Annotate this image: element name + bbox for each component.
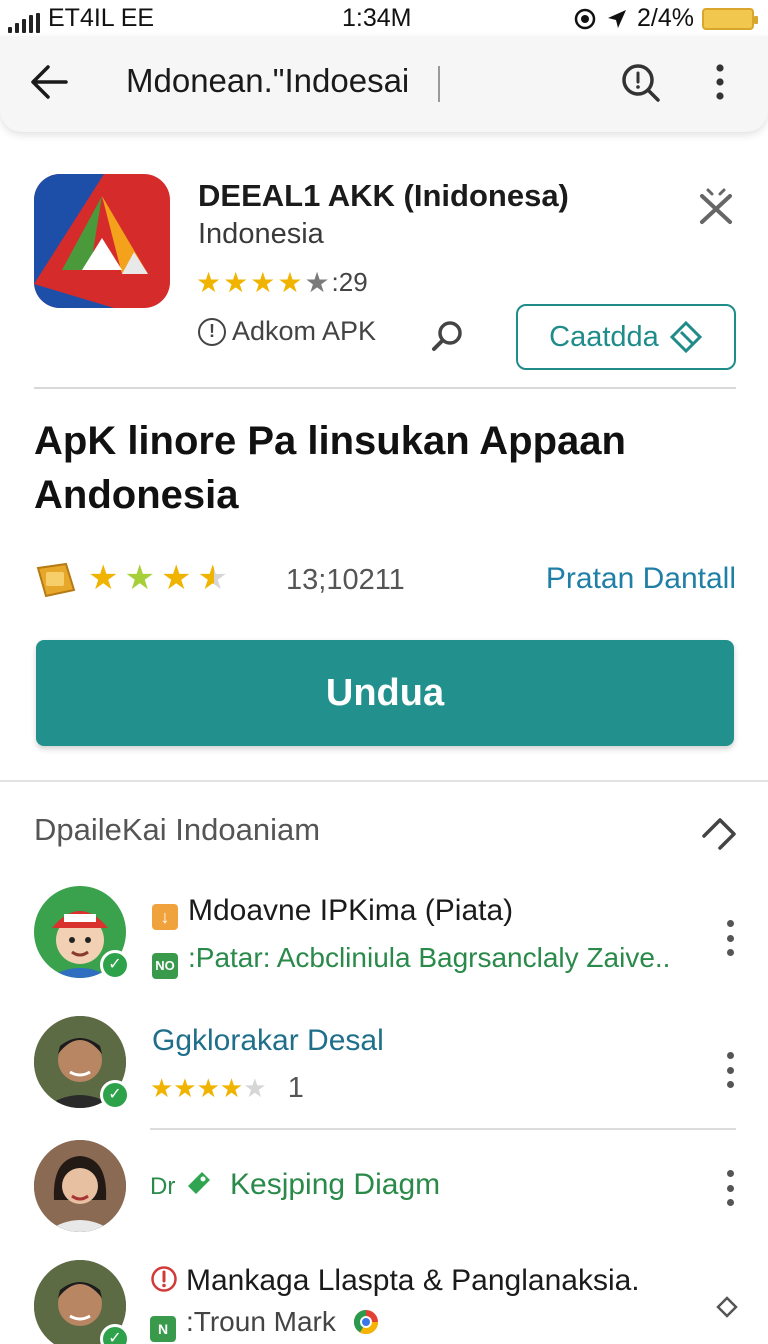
- publisher[interactable]: ! Adkom APK: [198, 316, 376, 347]
- arrow-left-icon[interactable]: [26, 58, 74, 106]
- battery-percent: 2/4%: [637, 4, 694, 32]
- app-region: Indonesia: [198, 218, 324, 250]
- star-icon: ★: [196, 267, 222, 298]
- tag-icon: N: [150, 1316, 176, 1342]
- location-arrow-icon: [608, 9, 627, 28]
- avatar[interactable]: ✓: [34, 1016, 130, 1110]
- star-icon: ★: [124, 559, 155, 597]
- clock: 1:34M: [342, 4, 412, 32]
- caatdda-button-label: Caatdda: [549, 320, 659, 353]
- alert-icon: [151, 1266, 177, 1292]
- status-right: 2/4%: [573, 4, 758, 33]
- alarm-icon: [574, 8, 596, 29]
- rating-stars: ★ ★ ★ ★: [88, 558, 228, 598]
- top-app-bar: Mdonean."Indoesai: [0, 36, 768, 132]
- rating-row: ★ ★ ★ ★ 13;10211 Pratan Dantall: [32, 556, 736, 606]
- search-icon[interactable]: [428, 316, 468, 356]
- search-icon[interactable]: [616, 58, 664, 106]
- list-item-subtitle: N:Troun Mark: [150, 1306, 380, 1342]
- divider: [34, 387, 736, 389]
- divider: [150, 1128, 736, 1130]
- status-left: ET4IL EE: [8, 4, 154, 33]
- caatdda-button[interactable]: Caatdda: [516, 304, 736, 370]
- download-icon: ↓: [152, 904, 178, 930]
- star-icon: ★: [223, 267, 249, 298]
- page-headline: ApK linore Pa linsukan Appaan Andonesia: [34, 419, 626, 517]
- list-item-title: Ggklorakar Desal: [152, 1024, 384, 1057]
- rating-count: 13;10211: [286, 564, 405, 596]
- verified-badge-icon: ✓: [100, 1080, 130, 1110]
- avatar[interactable]: ✓: [34, 886, 130, 980]
- star-icon: ★: [304, 267, 330, 298]
- half-star-icon: ★: [197, 559, 228, 597]
- tag-icon: [669, 320, 702, 354]
- more-vertical-icon[interactable]: [724, 1170, 736, 1206]
- close-icon[interactable]: [694, 186, 738, 230]
- list-item-title: ↓ Mdoavne IPKima (Piata): [152, 894, 513, 930]
- signal-icon: [8, 13, 40, 33]
- details-link[interactable]: Pratan Dantall: [546, 562, 736, 596]
- avatar[interactable]: ✓: [34, 1260, 130, 1344]
- chevron-icon[interactable]: [716, 1296, 738, 1318]
- search-query-text[interactable]: Mdonean."Indoesai: [126, 62, 409, 100]
- status-bar: ET4IL EE 1:34M 2/4%: [0, 0, 768, 36]
- star-icon: ★: [277, 267, 303, 298]
- star-icon: ★★★★: [150, 1073, 244, 1103]
- tag-icon: [187, 1172, 210, 1194]
- award-badge-icon: [36, 562, 76, 598]
- publisher-name: Adkom APK: [232, 316, 377, 346]
- more-vertical-icon[interactable]: [724, 920, 736, 956]
- app-rating-text: :29: [331, 267, 368, 297]
- section-title: DpaileKai Indoaniam: [34, 812, 321, 847]
- divider: [0, 780, 768, 782]
- star-icon: ★: [160, 559, 192, 597]
- star-icon: ★: [88, 559, 119, 597]
- list-item-title: Mankaga Llaspta & Panglanaksia.: [150, 1264, 640, 1298]
- list-item-title: Dr Kesjping Diagm: [150, 1168, 441, 1201]
- list-item-rating: ★★★★★ 1: [150, 1072, 304, 1104]
- chevron-icon[interactable]: [698, 814, 738, 854]
- verified-badge-icon: ✓: [100, 950, 130, 980]
- download-button[interactable]: Undua: [36, 640, 734, 746]
- carrier-label: ET4IL EE: [48, 4, 155, 32]
- app-icon[interactable]: [34, 174, 170, 308]
- info-icon: !: [198, 317, 226, 346]
- avatar[interactable]: [34, 1140, 126, 1232]
- app-name: DEEAL1 AKK (Inidonesa): [198, 178, 569, 213]
- more-vertical-icon[interactable]: [724, 1052, 736, 1088]
- chrome-icon: [353, 1310, 378, 1335]
- tag-icon: NO: [152, 953, 178, 979]
- list-item-subtitle: NO:Patar: Acbcliniula Bagrsanclaly Zaive…: [152, 942, 670, 979]
- more-vertical-icon[interactable]: [702, 58, 738, 106]
- battery-icon: [702, 7, 758, 30]
- verified-badge-icon: ✓: [100, 1324, 130, 1344]
- star-icon: ★: [250, 267, 276, 298]
- star-icon: ★: [243, 1073, 267, 1103]
- app-rating: ★ ★ ★ ★ ★ :29: [196, 266, 368, 299]
- text-cursor: [438, 66, 440, 102]
